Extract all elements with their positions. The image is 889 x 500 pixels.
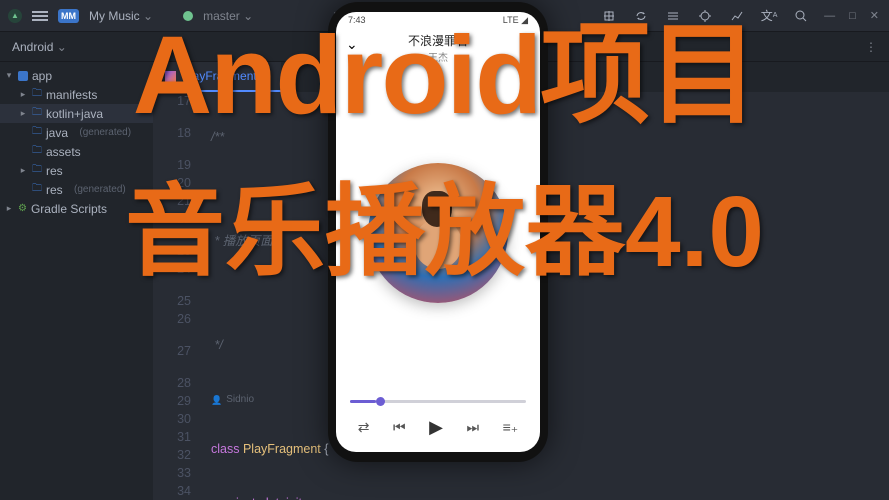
folder-icon: 🗀 — [32, 124, 42, 141]
tree-label: Gradle Scripts — [31, 202, 107, 216]
vcs-status-dot-icon — [183, 11, 193, 21]
tree-label: res — [46, 164, 63, 178]
play-progress[interactable] — [336, 400, 540, 409]
branch-dropdown[interactable]: master ⌄ — [203, 9, 253, 23]
chevron-down-icon: ▾ — [4, 70, 14, 81]
kotlin-file-icon — [165, 71, 176, 82]
tree-assets[interactable]: 🗀 assets — [0, 142, 153, 161]
folder-icon: 🗀 — [32, 162, 42, 179]
module-icon — [18, 71, 28, 81]
progress-track — [350, 400, 526, 403]
tree-java-gen[interactable]: 🗀 java (generated) — [0, 123, 153, 142]
tree-app[interactable]: ▾ app — [0, 66, 153, 85]
project-name-dropdown[interactable]: My Music ⌄ — [89, 9, 153, 23]
next-track-icon[interactable]: ⏭ — [466, 419, 479, 436]
progress-thumb-icon[interactable] — [376, 397, 385, 406]
folder-icon: 🗀 — [32, 143, 42, 160]
sync-icon[interactable] — [630, 5, 652, 27]
chevron-right-icon: ▸ — [18, 165, 28, 176]
tab-label: PlayFragment.kt — [182, 69, 269, 83]
folder-icon: 🗀 — [32, 86, 42, 103]
player-controls: ⇄ ⏮ ▶ ⏭ ≡₊ — [336, 409, 540, 452]
tab-playfragment[interactable]: PlayFragment.kt — [153, 62, 281, 92]
tree-kotlin-java[interactable]: ▸ 🗀 kotlin+java — [0, 104, 153, 123]
branch-name-label: master — [203, 9, 240, 23]
progress-fill — [350, 400, 376, 403]
status-time: 7:43 — [348, 15, 366, 25]
window-minimize-icon[interactable]: — — [822, 10, 837, 22]
project-view-selector[interactable]: Android ⌄ — [12, 40, 67, 54]
tree-res-gen[interactable]: 🗀 res (generated) — [0, 180, 153, 199]
tree-label: manifests — [46, 88, 97, 102]
album-art-area — [336, 66, 540, 400]
phone-status-bar: 7:43 LTE ◢ — [336, 12, 540, 28]
project-badge: MM — [58, 9, 79, 23]
search-icon[interactable] — [790, 5, 812, 27]
window-close-icon[interactable]: ✕ — [868, 9, 881, 22]
line-gutter: 17 18 19 20 21 22 23 24 25 26 27 28 29 3… — [153, 92, 201, 500]
more-options-icon[interactable]: ⋮ — [865, 40, 877, 54]
project-tree: ▾ app ▸ 🗀 manifests ▸ 🗀 kotlin+java 🗀 java (ge… — [0, 62, 153, 500]
chevron-right-icon: ▸ — [18, 89, 28, 100]
now-playing-header: ⌄ 不浪漫罪名 王杰 — [336, 28, 540, 66]
emulator-screen[interactable]: 7:43 LTE ◢ ⌄ 不浪漫罪名 王杰 ⇄ ⏮ ▶ ⏭ ≡₊ — [336, 12, 540, 452]
author-hint: Sidnio — [211, 391, 254, 409]
project-view-label: Android — [12, 40, 53, 54]
run-debug-icon[interactable] — [694, 5, 716, 27]
tree-manifests[interactable]: ▸ 🗀 manifests — [0, 85, 153, 104]
tree-gradle[interactable]: ▸ ⚙ Gradle Scripts — [0, 199, 153, 218]
album-art — [368, 163, 508, 303]
tree-label: app — [32, 69, 52, 83]
shuffle-icon[interactable]: ⇄ — [358, 419, 370, 436]
folder-icon: 🗀 — [32, 105, 42, 122]
layout-inspector-icon[interactable] — [598, 5, 620, 27]
previous-track-icon[interactable]: ⏮ — [393, 419, 406, 436]
play-icon[interactable]: ▶ — [429, 417, 443, 438]
generated-suffix: (generated) — [74, 184, 126, 195]
window-maximize-icon[interactable]: □ — [847, 10, 858, 22]
song-artist: 王杰 — [336, 49, 540, 64]
project-name-label: My Music — [89, 9, 140, 23]
code-body: /** * 播放页面 */ Sidnio class PlayFragment … — [211, 92, 889, 500]
queue-icon[interactable]: ≡₊ — [503, 419, 519, 436]
tree-label: kotlin+java — [46, 107, 103, 121]
tree-res[interactable]: ▸ 🗀 res — [0, 161, 153, 180]
build-icon[interactable] — [662, 5, 684, 27]
generated-suffix: (generated) — [79, 127, 131, 138]
chevron-right-icon: ▸ — [4, 203, 14, 214]
app-logo-icon: ▲ — [8, 9, 22, 23]
device-emulator-frame: 7:43 LTE ◢ ⌄ 不浪漫罪名 王杰 ⇄ ⏮ ▶ ⏭ ≡₊ — [328, 2, 548, 462]
tree-label: assets — [46, 145, 81, 159]
status-signal-icon: LTE ◢ — [503, 15, 528, 26]
folder-icon: 🗀 — [32, 181, 42, 198]
chevron-right-icon: ▸ — [18, 108, 28, 119]
tree-label: res — [46, 183, 63, 197]
gradle-icon: ⚙ — [18, 203, 27, 214]
profiler-icon[interactable] — [726, 5, 748, 27]
collapse-chevron-icon[interactable]: ⌄ — [346, 36, 358, 53]
song-title: 不浪漫罪名 — [336, 32, 540, 49]
main-menu-hamburger-icon[interactable] — [32, 11, 48, 21]
tree-label: java — [46, 126, 68, 140]
translate-icon[interactable]: 文A — [758, 5, 780, 27]
